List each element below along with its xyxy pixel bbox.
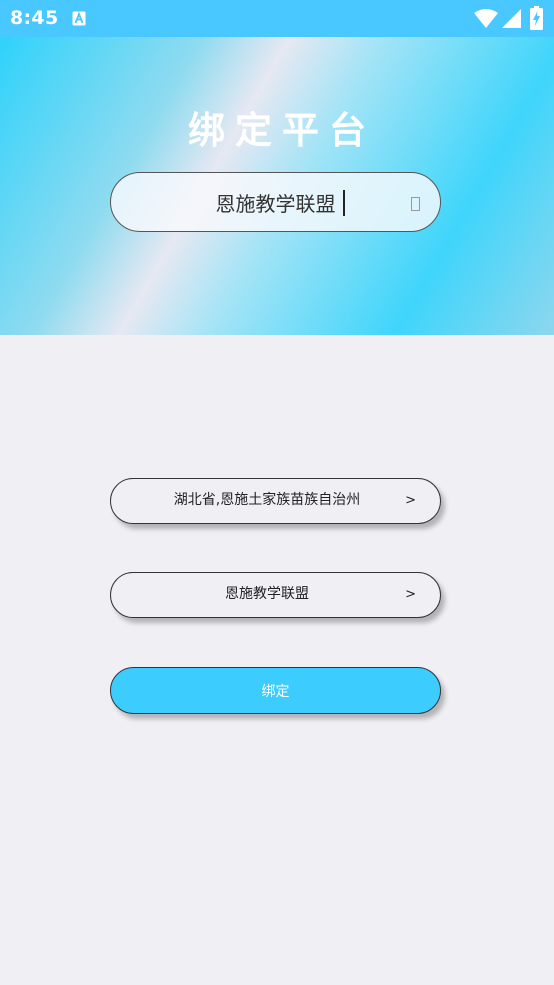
clear-icon[interactable] <box>411 197 420 211</box>
region-select[interactable]: 湖北省,恩施土家族苗族自治州 > <box>110 478 441 524</box>
region-select-label: 湖北省,恩施土家族苗族自治州 <box>173 492 361 508</box>
status-bar: 8:45 <box>0 0 554 37</box>
status-time: 8:45 <box>10 7 59 29</box>
alliance-select-label: 恩施教学联盟 <box>225 586 309 602</box>
platform-search-box[interactable] <box>110 172 441 232</box>
signal-icon <box>502 9 521 28</box>
page-title: 绑定平台 <box>188 109 376 152</box>
a-app-icon <box>72 11 86 26</box>
wifi-icon <box>474 9 498 28</box>
platform-search-input[interactable] <box>111 173 440 231</box>
header-banner: 绑定平台 <box>0 37 554 335</box>
bind-button[interactable]: 绑定 <box>110 667 441 714</box>
chevron-right-icon: > <box>405 493 416 508</box>
battery-charging-icon <box>530 6 543 30</box>
chevron-right-icon: > <box>405 587 416 602</box>
alliance-select[interactable]: 恩施教学联盟 > <box>110 572 441 618</box>
text-caret <box>343 190 345 216</box>
